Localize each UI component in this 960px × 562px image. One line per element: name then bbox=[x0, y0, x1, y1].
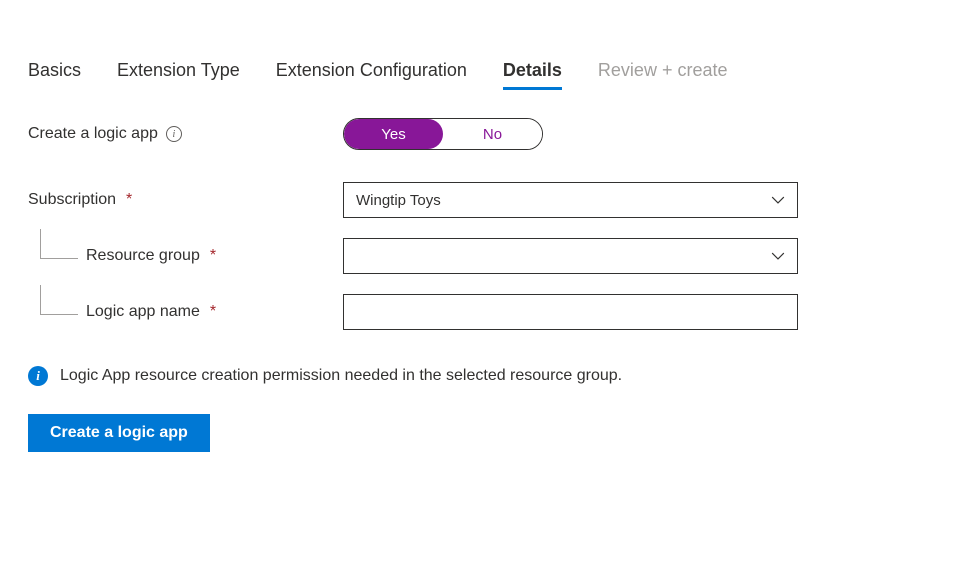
label-create-logic-app: Create a logic app i bbox=[28, 125, 343, 143]
toggle-yes[interactable]: Yes bbox=[344, 119, 443, 149]
info-message: Logic App resource creation permission n… bbox=[60, 367, 622, 385]
chevron-down-icon bbox=[771, 193, 785, 207]
label-logic-app-name: Logic app name * bbox=[28, 303, 343, 321]
row-resource-group: Resource group * bbox=[28, 238, 932, 274]
required-mark: * bbox=[126, 191, 132, 209]
tab-review-create[interactable]: Review + create bbox=[598, 60, 728, 90]
required-mark: * bbox=[210, 303, 216, 321]
create-logic-app-button[interactable]: Create a logic app bbox=[28, 414, 210, 452]
nested-bracket bbox=[40, 229, 78, 259]
resource-group-text: Resource group bbox=[86, 247, 200, 265]
row-create-logic-app: Create a logic app i Yes No bbox=[28, 118, 932, 150]
label-resource-group: Resource group * bbox=[28, 247, 343, 265]
info-banner: i Logic App resource creation permission… bbox=[28, 366, 932, 386]
toggle-create-logic-app[interactable]: Yes No bbox=[343, 118, 543, 150]
tab-extension-configuration[interactable]: Extension Configuration bbox=[276, 60, 467, 90]
tab-details[interactable]: Details bbox=[503, 60, 562, 90]
tab-basics[interactable]: Basics bbox=[28, 60, 81, 90]
info-icon: i bbox=[28, 366, 48, 386]
required-mark: * bbox=[210, 247, 216, 265]
tab-bar: Basics Extension Type Extension Configur… bbox=[28, 60, 932, 90]
logic-app-name-text: Logic app name bbox=[86, 303, 200, 321]
nested-bracket bbox=[40, 285, 78, 315]
subscription-value: Wingtip Toys bbox=[356, 192, 441, 209]
tab-extension-type[interactable]: Extension Type bbox=[117, 60, 240, 90]
chevron-down-icon bbox=[771, 249, 785, 263]
subscription-text: Subscription bbox=[28, 191, 116, 209]
input-logic-app-name[interactable] bbox=[343, 294, 798, 330]
label-subscription: Subscription * bbox=[28, 191, 343, 209]
toggle-no[interactable]: No bbox=[443, 119, 542, 149]
row-subscription: Subscription * Wingtip Toys bbox=[28, 182, 932, 218]
create-logic-app-text: Create a logic app bbox=[28, 125, 158, 143]
dropdown-subscription[interactable]: Wingtip Toys bbox=[343, 182, 798, 218]
dropdown-resource-group[interactable] bbox=[343, 238, 798, 274]
row-logic-app-name: Logic app name * bbox=[28, 294, 932, 330]
info-icon[interactable]: i bbox=[166, 126, 182, 142]
